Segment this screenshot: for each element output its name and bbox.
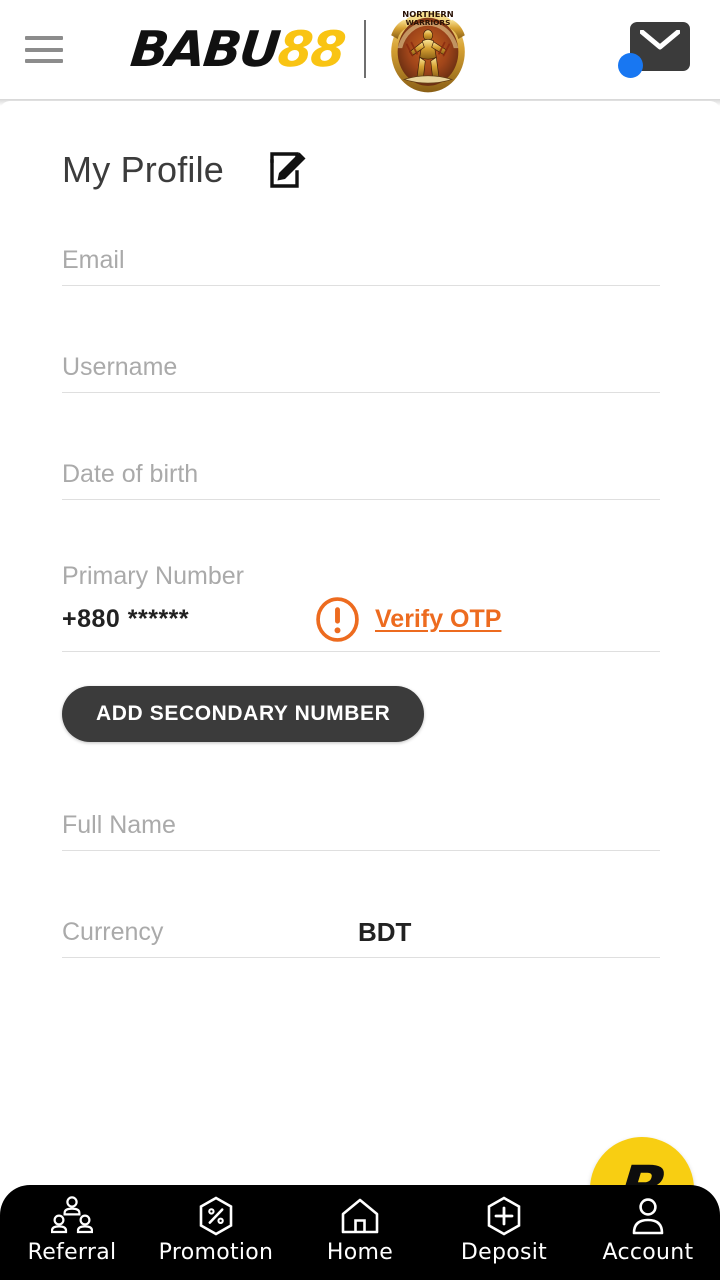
northern-warriors-emblem-icon: NORTHERN WARRIORS — [390, 9, 465, 93]
brand-divider — [363, 20, 366, 78]
babu88-logo-accent: 88 — [275, 20, 347, 78]
hamburger-menu-icon[interactable] — [25, 36, 63, 63]
nav-label-promotion: Promotion — [158, 1240, 274, 1265]
add-secondary-number-button[interactable]: ADD SECONDARY NUMBER — [62, 686, 425, 742]
hamburger-bar — [25, 36, 63, 40]
app-header: BABU88 NORTHERN WARRIORS — [0, 0, 720, 99]
profile-form: Email Username Date of birth Primary Num… — [62, 233, 660, 958]
primary-number-field[interactable]: Primary Number +880 ****** Verify OTP — [62, 554, 660, 652]
username-field[interactable]: Username — [62, 340, 660, 393]
nav-label-deposit: Deposit — [460, 1240, 548, 1265]
edit-pencil-square-icon[interactable] — [268, 150, 308, 190]
full-name-field[interactable]: Full Name — [62, 798, 660, 851]
nav-item-account[interactable]: Account — [576, 1195, 720, 1265]
nav-item-promotion[interactable]: Promotion — [144, 1195, 288, 1265]
currency-field: Currency BDT — [62, 905, 660, 958]
nav-item-home[interactable]: Home — [288, 1195, 432, 1265]
primary-number-row: +880 ****** Verify OTP — [62, 591, 660, 647]
hamburger-bar — [25, 47, 63, 52]
warning-exclamation-circle-icon — [316, 596, 359, 642]
nav-item-deposit[interactable]: Deposit — [432, 1195, 576, 1265]
primary-number-value: +880 ****** — [62, 604, 190, 633]
full-name-field-label: Full Name — [62, 811, 176, 839]
page-title-row: My Profile — [62, 149, 308, 191]
nav-item-referral[interactable]: Referral — [0, 1195, 144, 1265]
mail-notification-badge — [618, 53, 643, 78]
nav-label-home: Home — [326, 1240, 394, 1265]
email-field-label: Email — [62, 246, 125, 274]
mail-envelope-flap — [640, 30, 680, 50]
bottom-navigation-bar: Referral Promotion Home Deposit Account — [0, 1185, 720, 1280]
user-person-icon — [632, 1198, 664, 1235]
currency-value: BDT — [358, 917, 412, 947]
babu88-logo-primary: BABU — [127, 20, 282, 78]
hamburger-bar — [25, 59, 63, 63]
profile-panel: My Profile Email Username Date of birth … — [0, 101, 720, 1280]
brand-area[interactable]: BABU88 NORTHERN WARRIORS — [128, 9, 474, 93]
primary-number-label: Primary Number — [62, 562, 244, 590]
plus-hexagon-icon — [487, 1196, 521, 1236]
date-of-birth-field-label: Date of birth — [62, 460, 199, 488]
percent-hexagon-icon — [199, 1196, 233, 1236]
people-network-icon — [51, 1196, 93, 1234]
mail-envelope-icon[interactable] — [618, 22, 690, 80]
verify-otp-button[interactable]: Verify OTP — [315, 596, 502, 642]
username-field-label: Username — [62, 353, 178, 381]
nav-label-account: Account — [602, 1240, 694, 1265]
svg-text:WARRIORS: WARRIORS — [405, 18, 450, 27]
date-of-birth-field[interactable]: Date of birth — [62, 447, 660, 500]
babu88-logo[interactable]: BABU88 — [128, 21, 347, 78]
email-field[interactable]: Email — [62, 233, 660, 286]
nav-label-referral: Referral — [27, 1240, 117, 1265]
verify-otp-label: Verify OTP — [375, 604, 502, 633]
page-title: My Profile — [62, 149, 225, 190]
home-house-icon — [341, 1198, 379, 1234]
